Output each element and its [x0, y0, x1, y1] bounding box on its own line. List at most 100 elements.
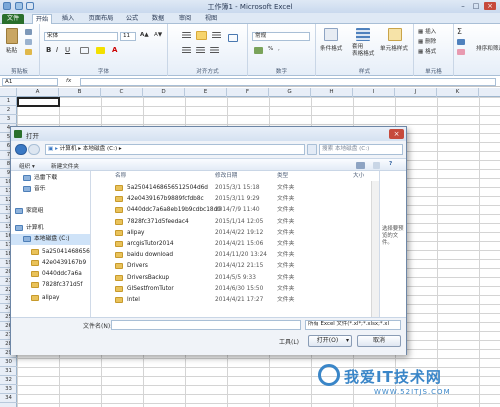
back-icon[interactable] [15, 144, 27, 155]
cell-styles-icon[interactable] [388, 28, 402, 41]
forward-icon[interactable] [28, 144, 40, 155]
column-header[interactable]: C [101, 88, 143, 97]
file-row[interactable]: Drivers 2014/4/12 21:15 文件夹 [91, 261, 379, 272]
paste-button[interactable]: 粘贴 [6, 46, 17, 54]
fill-color-icon[interactable] [96, 47, 105, 54]
dialog-close-icon[interactable]: × [389, 129, 404, 139]
font-size-select[interactable]: 11 [120, 32, 136, 41]
font-color-icon[interactable]: A [112, 46, 117, 54]
align-left-icon[interactable] [182, 47, 191, 54]
insert-cells-button[interactable]: ▦ 插入 [418, 27, 436, 35]
conditional-format-button[interactable]: 条件格式 [320, 44, 342, 52]
column-header[interactable]: B [59, 88, 101, 97]
active-cell-a1[interactable] [17, 97, 60, 107]
wrap-text-icon[interactable] [228, 34, 238, 42]
column-type-header[interactable]: 类型 [277, 171, 288, 181]
name-box[interactable]: A1 [2, 78, 58, 86]
tab-review[interactable]: 审阅 [175, 14, 195, 24]
address-path[interactable]: ▣ ▸ 计算机 ▸ 本地磁盘 (C:) ▸ [45, 144, 305, 155]
copy-icon[interactable] [25, 39, 32, 45]
file-row[interactable]: 0440ddc7a6a8eb19b9cdbc18d0 2014/7/9 11:40… [91, 205, 379, 216]
nav-item[interactable]: 0440ddc7a6a [11, 269, 90, 280]
grow-font-icon[interactable]: A▲ [140, 32, 149, 38]
currency-icon[interactable] [254, 47, 263, 54]
underline-icon[interactable]: U [65, 46, 70, 54]
column-size-header[interactable]: 大小 [353, 171, 364, 181]
file-list-scrollbar[interactable] [371, 181, 379, 317]
nav-item[interactable]: 42e0439167b9 [11, 258, 90, 269]
organize-button[interactable]: 组织 ▾ [19, 162, 35, 170]
column-header[interactable]: A [17, 88, 59, 97]
nav-item[interactable]: 7828fc371d5f [11, 280, 90, 291]
tab-page-layout[interactable]: 页面布局 [84, 14, 118, 24]
nav-item[interactable]: 5a25041468656 [11, 247, 90, 258]
paste-icon[interactable] [6, 28, 18, 44]
format-as-table-button[interactable]: 套用 表格格式 [352, 44, 374, 58]
view-options-icon[interactable] [356, 162, 365, 169]
column-header[interactable]: I [353, 88, 395, 97]
format-cells-button[interactable]: ▦ 格式 [418, 47, 436, 55]
number-format-select[interactable]: 常规 [252, 32, 310, 41]
font-name-select[interactable]: 宋体 [44, 32, 118, 41]
fill-icon[interactable] [457, 39, 465, 45]
column-header[interactable]: E [185, 88, 227, 97]
column-date-header[interactable]: 修改日期 [215, 171, 237, 181]
column-header[interactable]: H [311, 88, 353, 97]
tab-home[interactable]: 开始 [32, 14, 52, 24]
file-row[interactable]: arcgisTutor2014 2014/4/21 15:06 文件夹 [91, 239, 379, 250]
align-right-icon[interactable] [210, 47, 219, 54]
path-drive[interactable]: 本地磁盘 (C:) [83, 146, 117, 152]
delete-cells-button[interactable]: ▦ 删除 [418, 37, 436, 45]
tab-view[interactable]: 视图 [201, 14, 221, 24]
file-row[interactable]: alipay 2014/4/22 19:12 文件夹 [91, 228, 379, 239]
format-as-table-icon[interactable] [356, 28, 370, 41]
file-type-select[interactable]: 所有 Excel 文件(*.xl*;*.xlsx;*.xl [305, 320, 401, 330]
cut-icon[interactable] [25, 29, 32, 35]
bold-icon[interactable]: B [46, 46, 51, 54]
cell-styles-button[interactable]: 单元格样式 [380, 44, 408, 52]
select-all-corner[interactable] [0, 88, 17, 97]
file-row[interactable]: baidu download 2014/11/20 13:24 文件夹 [91, 250, 379, 261]
autosum-icon[interactable]: Σ [457, 27, 462, 36]
maximize-icon[interactable]: □ [470, 2, 482, 10]
row-header[interactable]: 34 [0, 394, 17, 403]
align-middle-icon[interactable] [196, 31, 207, 40]
align-bottom-icon[interactable] [212, 32, 221, 39]
tab-formulas[interactable]: 公式 [122, 14, 142, 24]
border-icon[interactable] [80, 47, 89, 54]
filename-input[interactable] [111, 320, 301, 330]
column-header[interactable]: K [437, 88, 479, 97]
row-header[interactable]: 30 [0, 358, 17, 367]
nav-item[interactable]: 本地磁盘 (C:) [11, 234, 90, 245]
row-header[interactable]: 2 [0, 106, 17, 115]
open-dropdown-icon[interactable]: ▾ [346, 336, 349, 346]
column-header[interactable]: G [269, 88, 311, 97]
open-button[interactable]: 打开(O) ▾ [308, 335, 352, 347]
percent-icon[interactable]: % [268, 46, 273, 52]
tools-button[interactable]: 工具(L) [279, 337, 299, 346]
shrink-font-icon[interactable]: A▼ [154, 32, 162, 38]
column-header[interactable]: D [143, 88, 185, 97]
column-name-header[interactable]: 名称 [115, 171, 126, 181]
refresh-icon[interactable] [307, 144, 317, 155]
file-row[interactable]: Intel 2014/4/21 17:27 文件夹 [91, 295, 379, 306]
new-folder-button[interactable]: 新建文件夹 [51, 162, 79, 170]
insert-function-icon[interactable]: fx [66, 78, 71, 84]
align-center-icon[interactable] [196, 47, 205, 54]
path-computer[interactable]: 计算机 [60, 146, 77, 152]
tab-insert[interactable]: 插入 [58, 14, 78, 24]
nav-item[interactable]: 家庭组 [11, 206, 90, 217]
nav-item[interactable]: alipay [11, 293, 90, 304]
close-icon[interactable]: × [484, 2, 496, 10]
file-row[interactable]: 42e0439167b9889fcfdb8c 2015/3/11 9:29 文件夹 [91, 194, 379, 205]
nav-item[interactable]: 迅雷下载 [11, 173, 90, 184]
formula-input[interactable] [80, 78, 496, 86]
clear-icon[interactable] [457, 49, 465, 55]
tab-file[interactable]: 文件 [2, 14, 24, 24]
search-input[interactable]: 搜索 本地磁盘 (C:) [319, 144, 403, 155]
row-header[interactable]: 1 [0, 97, 17, 106]
file-row[interactable]: 7828fc371d5feedac4 2015/1/14 12:05 文件夹 [91, 217, 379, 228]
nav-item[interactable]: 音乐 [11, 184, 90, 195]
help-icon[interactable]: ? [389, 161, 392, 167]
row-header[interactable]: 31 [0, 367, 17, 376]
